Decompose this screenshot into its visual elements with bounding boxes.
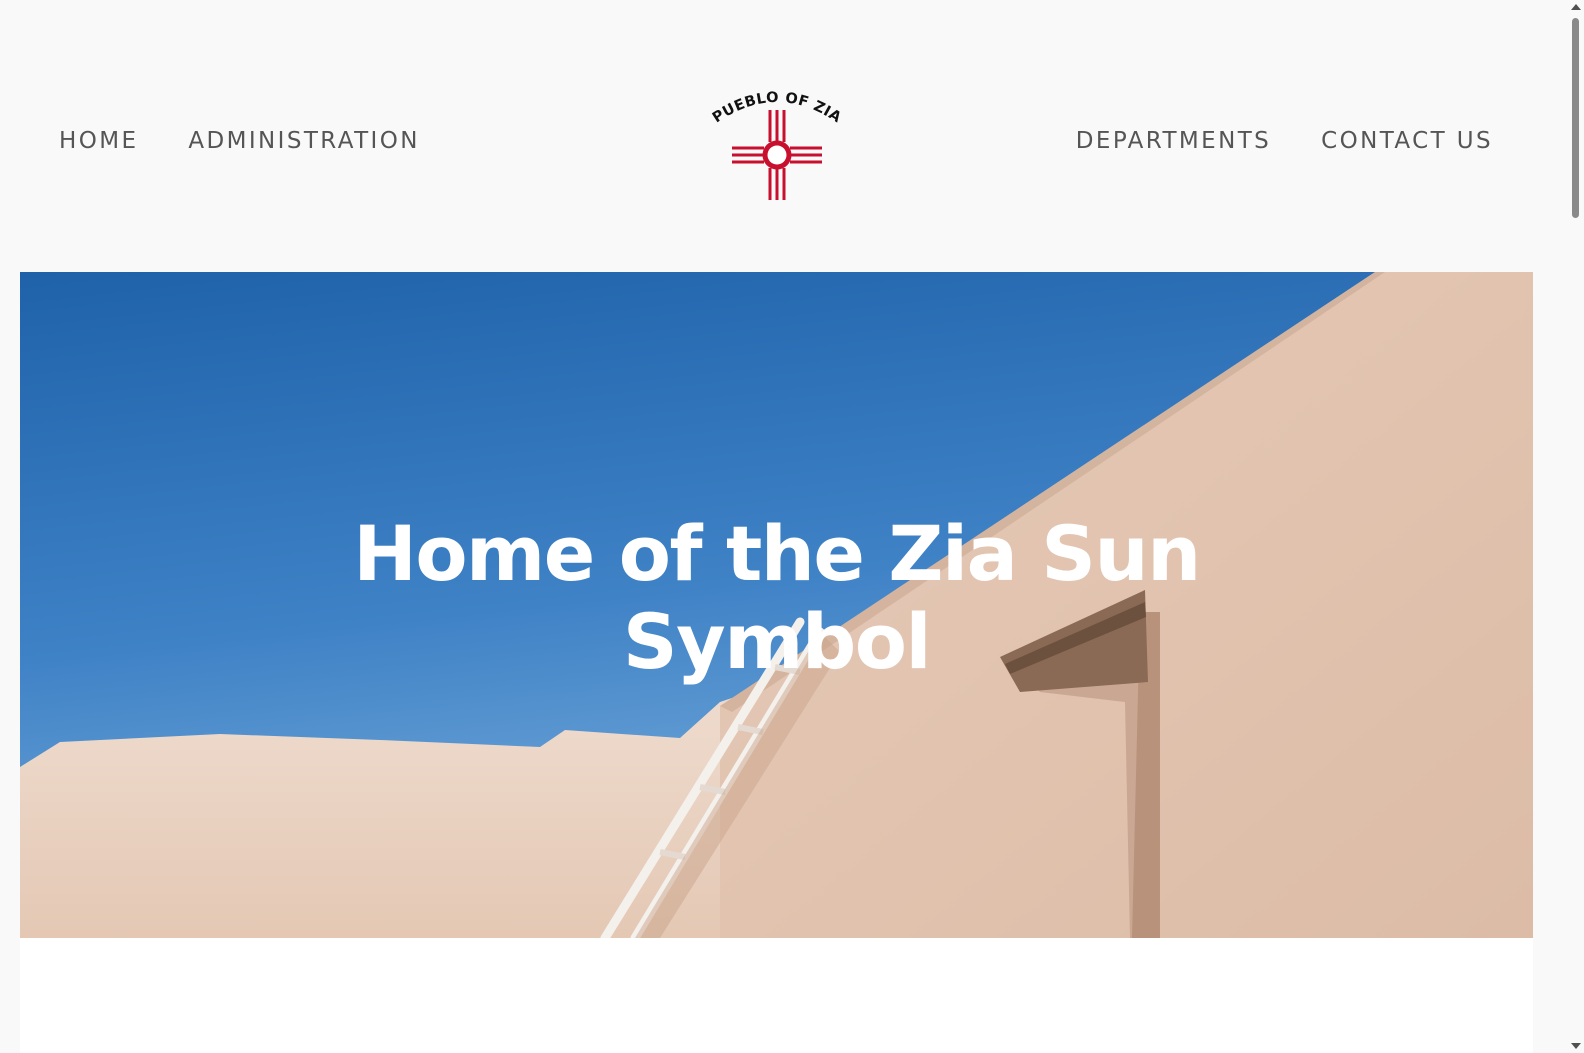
vertical-scrollbar[interactable] (1567, 0, 1584, 1053)
content-area (20, 938, 1533, 1053)
zia-sun-icon: PUEBLO OF ZIA (710, 90, 844, 200)
scroll-thumb[interactable] (1572, 18, 1579, 218)
site-header: HOME ADMINISTRATION PUEBLO OF ZIA DEPART… (0, 0, 1553, 272)
hero-title-line-2: Symbol (622, 597, 932, 686)
nav-home[interactable]: HOME (59, 128, 138, 154)
hero-title: Home of the Zia Sun Symbol (20, 510, 1533, 686)
nav-contact-us[interactable]: CONTACT US (1321, 128, 1493, 154)
nav-right: DEPARTMENTS CONTACT US (1076, 128, 1493, 154)
nav-administration[interactable]: ADMINISTRATION (188, 128, 419, 154)
scroll-down-arrow-icon[interactable] (1571, 1043, 1581, 1049)
page: HOME ADMINISTRATION PUEBLO OF ZIA DEPART… (0, 0, 1584, 1053)
hero-banner: Home of the Zia Sun Symbol (20, 272, 1533, 938)
site-logo[interactable]: PUEBLO OF ZIA (710, 86, 844, 204)
nav-departments[interactable]: DEPARTMENTS (1076, 128, 1271, 154)
nav-left: HOME ADMINISTRATION (59, 128, 420, 154)
hero-title-line-1: Home of the Zia Sun (353, 509, 1201, 598)
scroll-up-arrow-icon[interactable] (1571, 4, 1581, 10)
